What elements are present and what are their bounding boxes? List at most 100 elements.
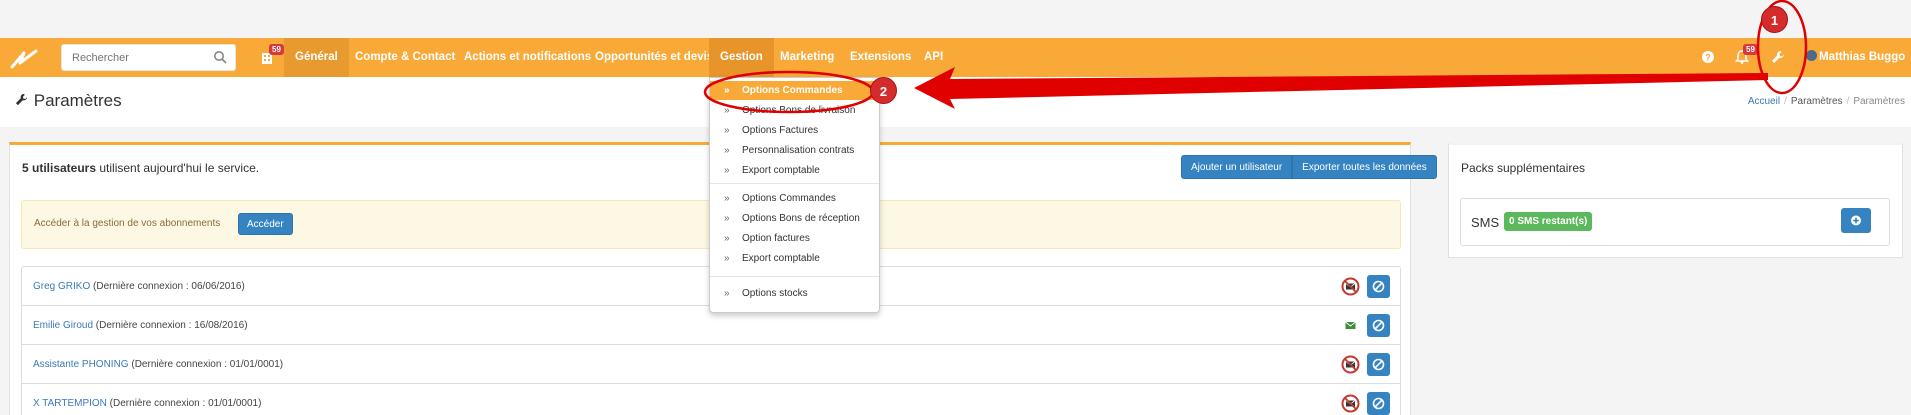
user-menu[interactable]: Matthias Buggo ▼: [1806, 38, 1911, 77]
ban-icon: [1372, 319, 1385, 332]
breadcrumb-parametres[interactable]: Paramètres: [1791, 96, 1843, 107]
double-chevron-right-icon: »: [724, 165, 730, 176]
user-name-link[interactable]: Greg GRIKO: [33, 281, 90, 292]
plus-circle-icon: [1851, 215, 1861, 226]
menu-item-label: Options Bons de livraison: [742, 105, 856, 116]
user-name-link[interactable]: X TARTEMPION: [33, 398, 107, 409]
breadcrumb-separator: /: [1846, 96, 1850, 107]
access-subscriptions-button[interactable]: Accéder: [238, 213, 293, 235]
help-icon[interactable]: ?: [1700, 49, 1716, 65]
menu-item-label: Options Bons de réception: [742, 213, 860, 224]
mail-blocked-icon[interactable]: [1341, 355, 1360, 374]
nav-actions-notifications[interactable]: Actions et notifications: [464, 38, 591, 77]
ban-icon: [1372, 280, 1385, 293]
annotation-number-1: 1: [1761, 6, 1788, 33]
app-logo-icon[interactable]: [8, 45, 40, 71]
users-actions: Ajouter un utilisateur Exporter toutes l…: [1181, 155, 1437, 179]
search-icon[interactable]: [213, 50, 227, 64]
user-info: X TARTEMPION (Dernière connexion : 01/01…: [33, 398, 261, 409]
packs-panel: Packs supplémentaires SMS 0 SMS restant(…: [1448, 142, 1903, 258]
disable-user-button[interactable]: [1367, 353, 1390, 376]
sms-label: SMS: [1471, 215, 1500, 230]
export-all-data-button[interactable]: Exporter toutes les données: [1292, 155, 1437, 179]
nav-opportunites-devis[interactable]: Opportunités et devis: [595, 38, 713, 77]
notification-count-badge: 59: [1743, 44, 1758, 55]
mail-blocked-icon[interactable]: [1341, 277, 1360, 296]
menu-item-label: Personnalisation contrats: [742, 145, 855, 156]
menu-item-label: Option factures: [742, 233, 810, 244]
top-navbar: 59 Général Compte & Contact Actions et n…: [0, 38, 1911, 77]
menu-divider: [710, 276, 879, 277]
user-name-link[interactable]: Assistante PHONING: [33, 359, 129, 370]
menu-item[interactable]: » Export comptable: [710, 161, 879, 180]
wrench-icon[interactable]: [1770, 49, 1786, 65]
page-header: Paramètres Accueil / Paramètres / Paramètres: [0, 77, 1911, 127]
menu-item-label: Export comptable: [742, 165, 820, 176]
user-name: Matthias Buggo: [1819, 51, 1906, 63]
breadcrumb-accueil[interactable]: Accueil: [1748, 96, 1780, 107]
last-login: (Dernière connexion : 16/08/2016): [93, 320, 248, 331]
search-box: [61, 44, 236, 71]
last-login: (Dernière connexion : 01/01/0001): [128, 359, 284, 370]
menu-divider: [710, 183, 879, 184]
left-count-badge: 59: [269, 44, 284, 55]
search-input[interactable]: [62, 45, 202, 70]
double-chevron-right-icon: »: [724, 193, 730, 204]
menu-item-label: Export comptable: [742, 253, 820, 264]
breadcrumb: Accueil / Paramètres / Paramètres: [1748, 96, 1905, 107]
sms-remaining-badge: 0 SMS restant(s): [1504, 212, 1593, 231]
menu-item-label: Options Commandes: [742, 193, 836, 204]
double-chevron-right-icon: »: [724, 288, 730, 299]
avatar: [1806, 50, 1817, 61]
disable-user-button[interactable]: [1367, 275, 1390, 298]
nav-general[interactable]: Général: [284, 38, 349, 77]
mail-ok-icon[interactable]: [1341, 316, 1360, 335]
mail-blocked-icon[interactable]: [1341, 394, 1360, 413]
user-row: Assistante PHONING (Dernière connexion :…: [22, 345, 1400, 384]
nav-extensions[interactable]: Extensions: [850, 38, 911, 77]
user-info: Greg GRIKO (Dernière connexion : 06/06/2…: [33, 281, 245, 292]
nav-api[interactable]: API: [924, 38, 943, 77]
menu-item[interactable]: » Options Bons de livraison: [710, 101, 879, 120]
wrench-icon: [15, 93, 28, 106]
double-chevron-right-icon: »: [724, 253, 730, 264]
users-heading-text: utilisent aujourd'hui le service.: [96, 161, 260, 175]
menu-item[interactable]: » Options Commandes: [710, 81, 879, 100]
menu-item-label: Options stocks: [742, 288, 808, 299]
double-chevron-right-icon: »: [724, 145, 730, 156]
double-chevron-right-icon: »: [724, 85, 730, 96]
double-chevron-right-icon: »: [724, 213, 730, 224]
menu-item[interactable]: » Option factures: [710, 229, 879, 248]
nav-compte-contact[interactable]: Compte & Contact: [355, 38, 455, 77]
disable-user-button[interactable]: [1367, 314, 1390, 337]
user-name-link[interactable]: Emilie Giroud: [33, 320, 93, 331]
users-panel-heading: 5 utilisateurs utilisent aujourd'hui le …: [22, 161, 259, 175]
user-row: X TARTEMPION (Dernière connexion : 01/01…: [22, 384, 1400, 415]
sms-pack: SMS 0 SMS restant(s): [1460, 198, 1890, 246]
gestion-dropdown: » Options Commandes » Options Bons de livra…: [709, 77, 880, 313]
menu-item[interactable]: » Options stocks: [710, 284, 879, 303]
nav-marketing[interactable]: Marketing: [780, 38, 834, 77]
annotation-number-2: 2: [870, 77, 897, 104]
ban-icon: [1372, 397, 1385, 410]
menu-item[interactable]: » Options Bons de réception: [710, 209, 879, 228]
users-count: 5 utilisateurs: [22, 161, 97, 175]
user-info: Emilie Giroud (Dernière connexion : 16/0…: [33, 320, 248, 331]
add-sms-button[interactable]: [1841, 208, 1871, 233]
menu-item[interactable]: » Export comptable: [710, 249, 879, 268]
double-chevron-right-icon: »: [724, 125, 730, 136]
page-title-text: Paramètres: [33, 91, 122, 110]
menu-item[interactable]: » Options Factures: [710, 121, 879, 140]
menu-item[interactable]: » Personnalisation contrats: [710, 141, 879, 160]
page-title: Paramètres: [14, 91, 122, 111]
double-chevron-right-icon: »: [724, 233, 730, 244]
double-chevron-right-icon: »: [724, 105, 730, 116]
disable-user-button[interactable]: [1367, 392, 1390, 415]
ban-icon: [1372, 358, 1385, 371]
nav-gestion[interactable]: Gestion: [709, 38, 774, 77]
packs-panel-heading: Packs supplémentaires: [1461, 161, 1586, 175]
add-user-button[interactable]: Ajouter un utilisateur: [1181, 155, 1293, 179]
alert-text: Accéder à la gestion de vos abonnements: [34, 218, 221, 229]
menu-item[interactable]: » Options Commandes: [710, 189, 879, 208]
svg-text:?: ?: [1705, 53, 1711, 63]
